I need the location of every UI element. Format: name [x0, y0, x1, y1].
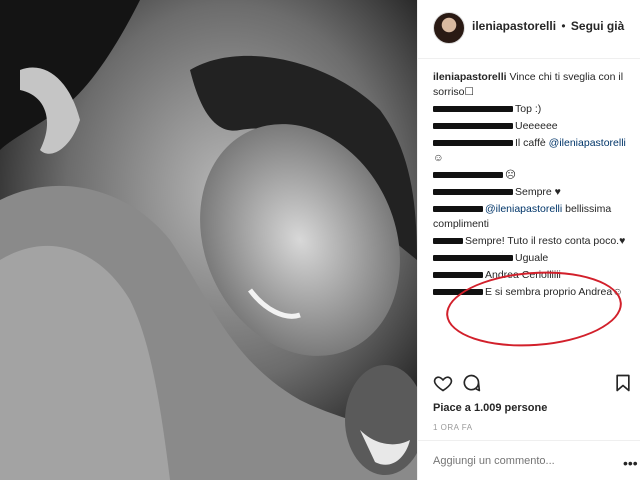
header-text: ileniapastorelli • Segui già [472, 19, 624, 33]
more-icon[interactable]: ••• [623, 455, 638, 471]
action-bar [433, 373, 633, 395]
comment-row: @ileniapastorelli bellissima complimenti [433, 202, 633, 232]
header-username[interactable]: ileniapastorelli [472, 19, 556, 33]
comment-row: Ueeeeee [433, 119, 633, 134]
comment-mention[interactable]: @ileniapastorelli [549, 137, 626, 149]
divider [418, 440, 640, 441]
post-side-panel: ileniapastorelli • Segui già ileniapasto… [417, 0, 640, 480]
header-separator: • [561, 19, 566, 33]
comment-row: Sempre! Tuto il resto conta poco.♥ [433, 234, 633, 249]
comment-row: ☹ [433, 168, 633, 183]
comment-text: Sempre ♥ [515, 186, 561, 198]
redacted-username [433, 289, 483, 296]
heart-icon[interactable] [433, 373, 453, 393]
avatar[interactable] [433, 12, 465, 44]
comment-text: Top :) [515, 103, 542, 115]
comment-mention[interactable]: @ileniapastorelli [485, 203, 562, 215]
add-comment-input[interactable] [433, 455, 613, 467]
redacted-username [433, 255, 513, 262]
redacted-username [433, 189, 513, 196]
comment-text: Andrea Ceriolliiii [485, 269, 561, 281]
post-header: ileniapastorelli • Segui già [418, 0, 640, 59]
redacted-username [433, 238, 463, 245]
caption: ileniapastorelli Vince chi ti sveglia co… [433, 70, 633, 100]
comment-text: E si sembra proprio Andrea☺ [485, 286, 623, 298]
comment-row: Andrea Ceriolliiii [433, 268, 633, 283]
redacted-username [433, 140, 513, 147]
bookmark-icon[interactable] [613, 373, 633, 393]
comment-text: Uguale [515, 252, 549, 264]
redacted-username [433, 206, 483, 213]
comment-row: E si sembra proprio Andrea☺ [433, 285, 633, 300]
comments-list: ileniapastorelli Vince chi ti sveglia co… [433, 70, 633, 302]
follow-button[interactable]: Segui già [571, 19, 624, 33]
comment-row: Top :) [433, 102, 633, 117]
comment-text: Sempre! Tuto il resto conta poco.♥ [465, 235, 626, 247]
post-photo[interactable] [0, 0, 417, 480]
likes-count[interactable]: Piace a 1.009 persone [433, 402, 547, 414]
comment-text: Ueeeeee [515, 120, 558, 132]
comment-row: Sempre ♥ [433, 185, 633, 200]
redacted-username [433, 172, 503, 179]
comment-text-after: ☺ [433, 152, 444, 164]
redacted-username [433, 123, 513, 130]
caption-username[interactable]: ileniapastorelli [433, 71, 507, 83]
comment-icon[interactable] [461, 373, 481, 393]
comment-row: Uguale [433, 251, 633, 266]
comment-row: Il caffè @ileniapastorelli ☺ [433, 136, 633, 166]
post-time[interactable]: 1 ORA FA [433, 423, 473, 432]
bw-portrait-image [0, 0, 417, 480]
comment-text: ☹ [505, 169, 516, 181]
redacted-username [433, 272, 483, 279]
redacted-username [433, 106, 513, 113]
comment-text: Il caffè [515, 137, 549, 149]
